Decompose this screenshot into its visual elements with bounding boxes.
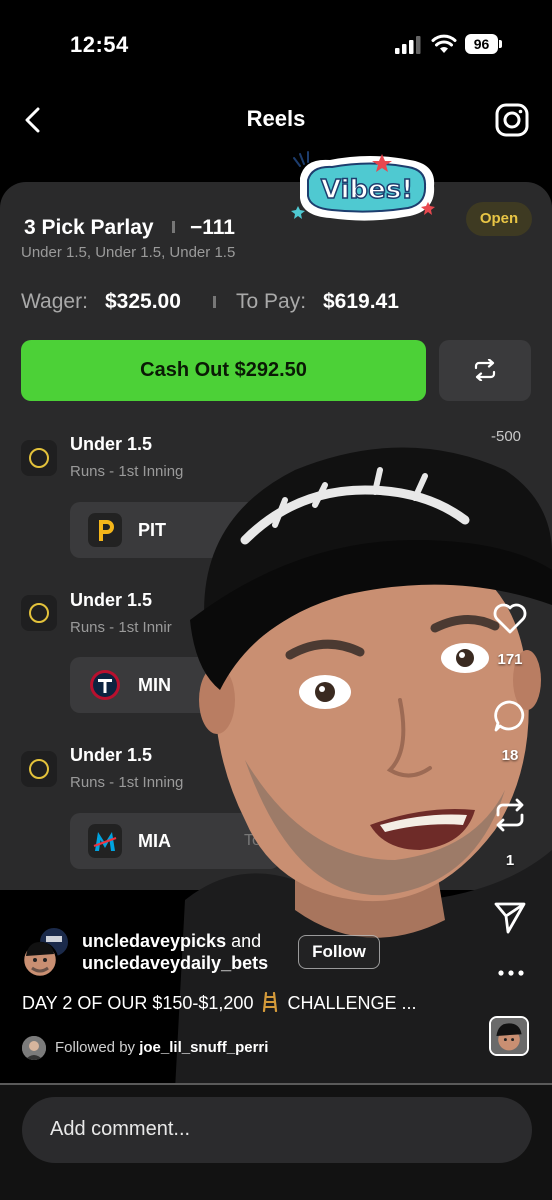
creator-names: uncledaveypicks and uncledaveydaily_bets [82, 930, 268, 974]
battery-icon: 96 [465, 34, 503, 54]
wager-label: Wager: [21, 290, 88, 313]
repost-icon[interactable] [492, 797, 528, 833]
cash-out-button[interactable]: Cash Out $292.50 [21, 340, 426, 401]
marlins-logo-icon [88, 824, 122, 858]
leg-2-market: Runs - 1st Innir [70, 619, 172, 636]
swap-arrows-icon [474, 359, 496, 381]
followed-by-text: Followed by joe_lil_snuff_perri [55, 1039, 268, 1056]
audio-thumbnail[interactable] [489, 1016, 529, 1056]
battery-level: 96 [465, 34, 498, 54]
leg-3-radio[interactable] [21, 751, 57, 787]
sticker-text: Vibes! [321, 175, 413, 205]
creator-2-link[interactable]: uncledaveydaily_bets [82, 953, 268, 973]
page-title: Reels [246, 106, 306, 131]
leg-1-market: Runs - 1st Inning [70, 463, 184, 480]
status-time: 12:54 [70, 32, 129, 57]
follow-button[interactable]: Follow [298, 935, 380, 969]
follower-avatar [22, 1036, 46, 1060]
parlay-title: 3 Pick Parlay [24, 216, 154, 239]
add-comment-input[interactable]: Add comment... [22, 1097, 532, 1163]
leg-2-title: Under 1.5 [70, 590, 153, 610]
caption-text-2: CHALLENGE ... [287, 993, 417, 1013]
camera-icon[interactable] [494, 102, 530, 138]
leg-1-title: Under 1.5 [70, 434, 153, 454]
share-paper-plane-icon[interactable] [492, 899, 528, 935]
leg-1-radio[interactable] [21, 440, 57, 476]
leg-3-market: Runs - 1st Inning [70, 774, 184, 791]
team-name: MIN [138, 675, 171, 695]
more-options-icon[interactable] [496, 966, 526, 980]
repost-count: 1 [505, 852, 515, 869]
divider [213, 296, 216, 308]
like-count: 171 [497, 651, 523, 668]
comment-count: 18 [501, 747, 519, 764]
caption-text-1: DAY 2 OF OUR $150-$1,200 [22, 993, 254, 1013]
parlay-odds: −111 [190, 216, 235, 239]
swap-button[interactable] [439, 340, 531, 401]
creator-avatars[interactable] [22, 926, 74, 978]
to-pay-label: To Pay: [236, 290, 307, 313]
creators-and: and [231, 931, 262, 951]
twins-logo-icon [90, 670, 120, 700]
status-bar: 12:54 96 [0, 0, 552, 90]
pirates-logo-icon [88, 513, 122, 547]
status-badge: Open [466, 202, 532, 236]
cellular-signal-icon [395, 36, 421, 54]
team-name: MIA [138, 831, 171, 851]
comment-icon[interactable] [492, 698, 528, 734]
heart-icon[interactable] [492, 600, 528, 636]
creator-1-link[interactable]: uncledaveypicks [82, 931, 226, 951]
parlay-subtitle: Under 1.5, Under 1.5, Under 1.5 [21, 244, 236, 261]
wager-value: $325.00 [105, 290, 181, 313]
vibes-sticker: Vibes! [291, 151, 435, 221]
to-pay-value: $619.41 [323, 290, 399, 313]
ladder-emoji-icon [263, 992, 278, 1012]
followed-by-prefix: Followed by [55, 1039, 136, 1056]
wifi-icon [431, 34, 457, 53]
comment-placeholder: Add comment... [50, 1118, 191, 1140]
followed-by-user[interactable]: joe_lil_snuff_perri [139, 1039, 268, 1056]
leg-3-title: Under 1.5 [70, 745, 153, 765]
team-name: PIT [138, 520, 167, 540]
leg-2-radio[interactable] [21, 595, 57, 631]
post-caption[interactable]: DAY 2 OF OUR $150-$1,200 CHALLENGE ... [22, 992, 417, 1014]
divider [172, 221, 175, 233]
